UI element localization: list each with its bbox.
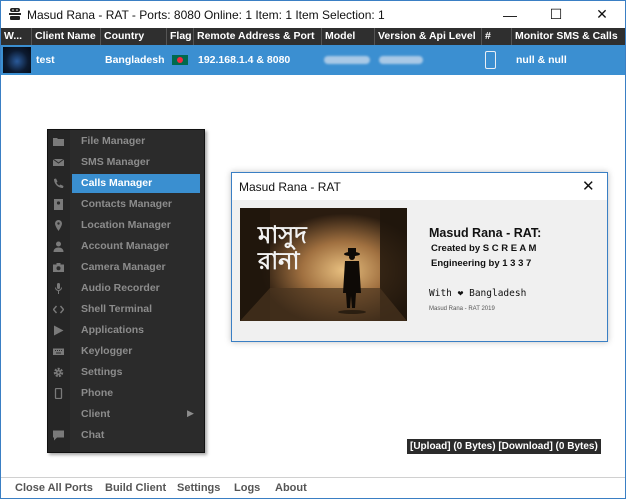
- build-client-button[interactable]: Build Client: [105, 482, 166, 494]
- about-dialog-close-button[interactable]: ✕: [582, 177, 595, 195]
- column-header-number[interactable]: #: [482, 28, 512, 45]
- menu-item-shell-terminal[interactable]: Shell Terminal: [48, 299, 202, 320]
- menu-item-label: Phone: [81, 387, 114, 399]
- menu-item-label: Contacts Manager: [81, 198, 173, 210]
- folder-icon: [53, 138, 64, 146]
- about-dialog-title: Masud Rana - RAT: [239, 180, 341, 194]
- menu-item-label: Keylogger: [81, 345, 133, 357]
- menu-item-client[interactable]: Client ▶: [48, 404, 202, 425]
- menu-item-location-manager[interactable]: Location Manager: [48, 215, 202, 236]
- column-header-model[interactable]: Model: [322, 28, 375, 45]
- address-book-icon: [54, 199, 63, 210]
- user-icon: [53, 241, 64, 252]
- remote-address-cell: 192.168.1.4 & 8080: [198, 54, 291, 66]
- menu-item-label: Shell Terminal: [81, 303, 152, 315]
- logs-button[interactable]: Logs: [234, 482, 260, 494]
- model-cell-redacted: [324, 56, 370, 64]
- bottom-menu-bar: Close All Ports Build Client Settings Lo…: [1, 477, 625, 498]
- poster-title-text: মাসুদ রানা: [258, 221, 307, 275]
- with-text: With: [429, 288, 452, 299]
- menu-item-label: Camera Manager: [81, 261, 166, 273]
- window-title: Masud Rana - RAT - Ports: 8080 Online: 1…: [27, 8, 385, 22]
- masud-rana-poster-image: মাসুদ রানা: [240, 208, 407, 321]
- close-all-ports-button[interactable]: Close All Ports: [15, 482, 93, 494]
- menu-item-settings[interactable]: Settings: [48, 362, 202, 383]
- wallpaper-thumbnail: [3, 47, 31, 73]
- country-cell: Bangladesh: [105, 54, 165, 66]
- menu-item-file-manager[interactable]: File Manager: [48, 131, 202, 152]
- map-pin-icon: [55, 220, 62, 231]
- menu-item-label: SMS Manager: [81, 156, 150, 168]
- android-app-icon: [9, 8, 21, 20]
- menu-item-label: File Manager: [81, 135, 146, 147]
- about-credit-engineering: Engineering by 1 3 3 7: [431, 258, 532, 269]
- menu-item-label: Location Manager: [81, 219, 171, 231]
- menu-item-label: Client: [81, 408, 111, 420]
- menu-item-label: Account Manager: [81, 240, 170, 252]
- monitor-cell: null & null: [516, 54, 567, 66]
- column-header-country[interactable]: Country: [101, 28, 167, 45]
- column-header-version[interactable]: Version & Api Level: [375, 28, 482, 45]
- menu-item-applications[interactable]: Applications: [48, 320, 202, 341]
- maximize-button[interactable]: ☐: [533, 1, 579, 28]
- menu-item-phone[interactable]: Phone: [48, 383, 202, 404]
- close-button[interactable]: ✕: [579, 1, 625, 28]
- menu-item-keylogger[interactable]: Keylogger: [48, 341, 202, 362]
- table-row[interactable]: test Bangladesh 192.168.1.4 & 8080 null …: [1, 45, 625, 75]
- gear-icon: [53, 367, 64, 378]
- menu-item-sms-manager[interactable]: SMS Manager: [48, 152, 202, 173]
- bangladesh-flag-icon: [172, 55, 188, 65]
- menu-item-contacts-manager[interactable]: Contacts Manager: [48, 194, 202, 215]
- column-header-flag[interactable]: Flag: [167, 28, 194, 45]
- menu-item-label: Settings: [81, 366, 123, 378]
- menu-item-audio-recorder[interactable]: Audio Recorder: [48, 278, 202, 299]
- phone-icon: [54, 178, 64, 188]
- country-text: Bangladesh: [469, 288, 527, 299]
- column-header-monitor[interactable]: Monitor SMS & Calls: [512, 28, 625, 45]
- heart-icon: ❤: [457, 288, 464, 299]
- submenu-arrow-icon: ▶: [187, 408, 194, 418]
- column-header-wallpaper[interactable]: W...: [1, 28, 32, 45]
- about-with-love: With ❤ Bangladesh: [429, 288, 526, 299]
- about-credit-created: Created by S C R E A M: [431, 243, 537, 254]
- client-name-cell: test: [36, 54, 55, 66]
- menu-item-camera-manager[interactable]: Camera Manager: [48, 257, 202, 278]
- menu-item-account-manager[interactable]: Account Manager: [48, 236, 202, 257]
- about-heading: Masud Rana - RAT:: [429, 226, 542, 240]
- play-icon: [54, 325, 64, 336]
- mobile-device-icon: [485, 51, 496, 69]
- chat-icon: [53, 430, 64, 441]
- envelope-icon: [53, 158, 64, 166]
- column-header-remote-address[interactable]: Remote Address & Port: [194, 28, 322, 45]
- about-button[interactable]: About: [275, 482, 307, 494]
- code-icon: [53, 305, 64, 314]
- title-bar: Masud Rana - RAT - Ports: 8080 Online: 1…: [1, 1, 625, 28]
- camera-icon: [53, 263, 64, 272]
- menu-item-label: Applications: [81, 324, 145, 336]
- about-dialog-title-bar: Masud Rana - RAT ✕: [232, 173, 607, 200]
- menu-item-label: Calls Manager: [81, 177, 153, 189]
- minimize-button[interactable]: —: [487, 1, 533, 28]
- column-header-client-name[interactable]: Client Name: [32, 28, 101, 45]
- settings-button[interactable]: Settings: [177, 482, 220, 494]
- transfer-status-label: [Upload] (0 Bytes) [Download] (0 Bytes): [407, 439, 601, 454]
- clients-table-header: W... Client Name Country Flag Remote Add…: [1, 28, 625, 45]
- client-context-menu: File Manager SMS Manager Calls Manager C…: [47, 129, 205, 453]
- menu-item-calls-manager[interactable]: Calls Manager: [48, 173, 202, 194]
- about-dialog: Masud Rana - RAT ✕ মাসুদ রানা Masud Rana…: [231, 172, 608, 342]
- mobile-icon: [54, 388, 63, 399]
- microphone-icon: [55, 283, 62, 294]
- menu-item-chat[interactable]: Chat: [48, 425, 202, 446]
- menu-item-label: Audio Recorder: [81, 282, 160, 294]
- main-window: Masud Rana - RAT - Ports: 8080 Online: 1…: [0, 0, 626, 499]
- version-cell-redacted: [379, 56, 423, 64]
- about-footer: Masud Rana - RAT 2019: [429, 306, 495, 312]
- menu-item-label: Chat: [81, 429, 105, 441]
- keyboard-icon: [53, 348, 64, 355]
